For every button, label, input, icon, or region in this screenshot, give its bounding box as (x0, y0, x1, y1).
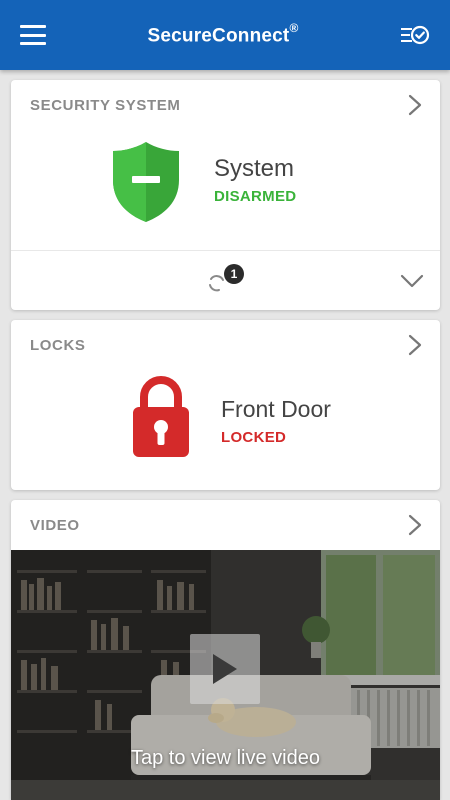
app-title: SecureConnect® (147, 20, 299, 47)
locks-title: LOCKS (30, 336, 86, 354)
play-button[interactable] (190, 634, 260, 704)
hamburger-menu-icon[interactable] (20, 25, 46, 45)
padlock-icon[interactable] (131, 375, 191, 459)
locks-card: LOCKS Front Door LOCKED (11, 320, 440, 490)
system-status: DISARMED (214, 188, 297, 205)
chevron-right-icon[interactable] (408, 94, 422, 116)
system-name: System (214, 155, 295, 182)
chevron-right-icon[interactable] (408, 334, 422, 356)
play-icon (213, 654, 237, 684)
sync-badge: 1 (224, 264, 244, 284)
app-title-text: SecureConnect (147, 25, 290, 47)
security-system-header[interactable]: SECURITY SYSTEM (11, 80, 440, 130)
video-title: VIDEO (30, 516, 80, 534)
chevron-down-icon[interactable] (400, 273, 424, 289)
checklist-icon[interactable] (400, 23, 430, 47)
video-caption: Tap to view live video (131, 747, 320, 769)
chevron-right-icon[interactable] (408, 514, 422, 536)
video-card: VIDEO Tap to view live video (11, 500, 440, 800)
security-system-body[interactable]: System DISARMED (11, 130, 440, 250)
video-preview[interactable]: Tap to view live video (11, 550, 440, 800)
lock-status: LOCKED (221, 429, 287, 446)
lock-name: Front Door (221, 396, 331, 422)
security-system-card: SECURITY SYSTEM System DISARMED 1 (11, 80, 440, 310)
locks-header[interactable]: LOCKS (11, 320, 440, 370)
app-bar: SecureConnect® (0, 0, 450, 70)
shield-minus-icon (113, 142, 179, 222)
security-system-footer: 1 (11, 250, 440, 310)
video-header[interactable]: VIDEO (11, 500, 440, 550)
security-system-title: SECURITY SYSTEM (30, 96, 181, 114)
registered-mark: ® (289, 20, 299, 35)
